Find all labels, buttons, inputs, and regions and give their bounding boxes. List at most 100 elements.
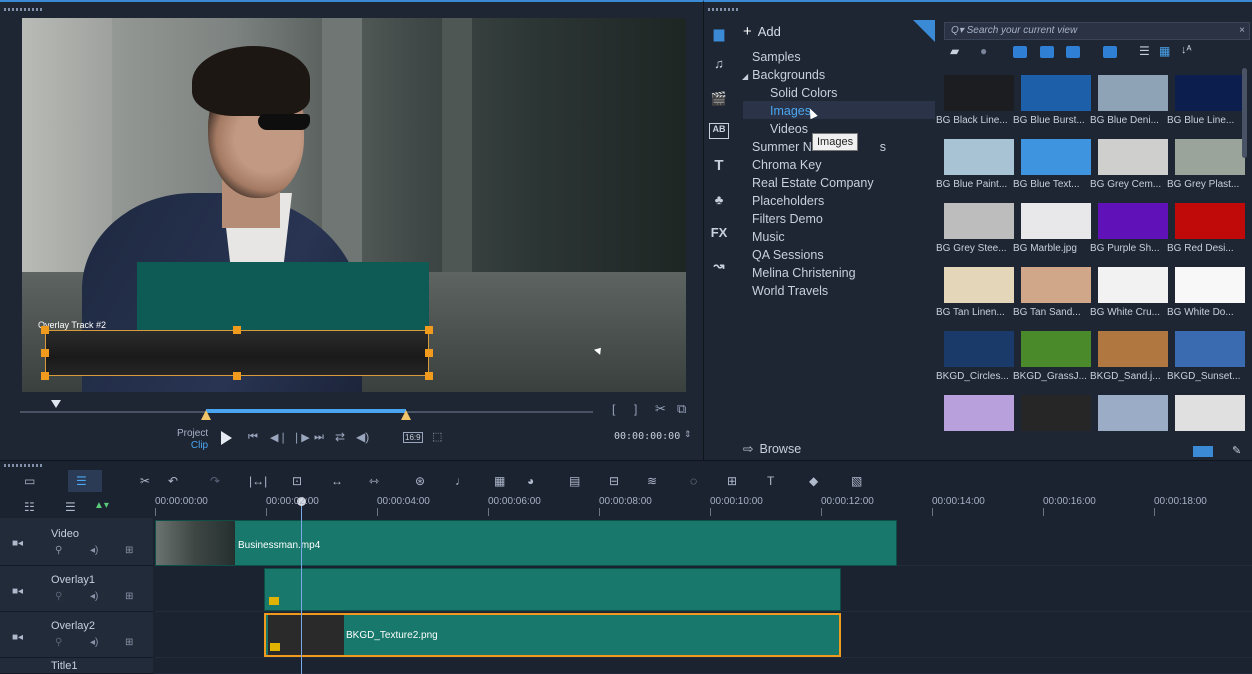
panel-grip[interactable]	[708, 8, 738, 11]
thumbnail-image[interactable]	[1098, 139, 1168, 175]
tree-item-solid-colors[interactable]: Solid Colors	[770, 84, 837, 102]
clip-mode-label[interactable]: Clip	[177, 440, 208, 452]
crop-icon[interactable]: ⬚	[432, 430, 442, 443]
redo-icon[interactable]: ↷	[210, 474, 220, 488]
timeline-view-icon[interactable]: ☰	[76, 474, 87, 488]
transition-icon[interactable]: AB	[709, 123, 729, 139]
thumbnail-image[interactable]	[1175, 75, 1245, 111]
overlay-track-1-preview[interactable]	[137, 262, 429, 332]
thumbnail-image[interactable]	[944, 267, 1014, 303]
grid-icon[interactable]: ⊞	[125, 591, 133, 602]
mask-icon[interactable]: ◌	[690, 474, 697, 488]
title-icon[interactable]: T	[709, 157, 729, 174]
tree-item-real-estate[interactable]: Real Estate Company	[752, 174, 874, 192]
split-screen-icon[interactable]: ⊟	[609, 474, 619, 488]
library-scrollbar[interactable]	[1242, 68, 1247, 158]
mute-icon[interactable]: ◂)	[90, 591, 98, 602]
expand-icon[interactable]: ◢	[742, 72, 748, 81]
mute-icon[interactable]: ◂)	[90, 545, 98, 556]
track-header-video[interactable]: ■◂ Video ⚲ ◂) ⊞	[0, 518, 153, 566]
thumbnail-view-icon[interactable]: ▦	[1159, 44, 1170, 58]
thumbnail-image[interactable]	[1175, 139, 1245, 175]
title1-track-lane[interactable]	[155, 658, 1252, 674]
media-icon[interactable]: ▆	[709, 26, 729, 42]
tree-item-videos[interactable]: Videos	[770, 120, 808, 138]
grid-icon[interactable]: ⊞	[125, 545, 133, 556]
filter-photo-button[interactable]	[1040, 46, 1054, 58]
play-icon[interactable]	[221, 431, 232, 445]
tree-item-backgrounds[interactable]: ◢ Backgrounds	[742, 66, 825, 84]
overlay2-clip[interactable]: BKGD_Texture2.png	[264, 613, 841, 657]
tree-item-world-travels[interactable]: World Travels	[752, 282, 828, 300]
mark-out-icon[interactable]: ]	[634, 402, 637, 416]
resize-handle[interactable]	[425, 326, 433, 334]
resize-handle[interactable]	[41, 326, 49, 334]
link-icon[interactable]: ⚲	[55, 591, 62, 602]
filter-video-button[interactable]	[1013, 46, 1027, 58]
chapter-icon[interactable]: ☰	[65, 500, 76, 514]
thumbnail-image[interactable]	[944, 395, 1014, 431]
tree-item-placeholders[interactable]: Placeholders	[752, 192, 824, 210]
subtitle-icon[interactable]: ▤	[569, 474, 580, 488]
thumbnail-image[interactable]	[1175, 267, 1245, 303]
link-icon[interactable]: ⚲	[55, 545, 62, 556]
thumbnail-image[interactable]	[944, 331, 1014, 367]
mute-icon[interactable]: ◂)	[90, 637, 98, 648]
tree-item-qa-sessions[interactable]: QA Sessions	[752, 246, 824, 264]
list-view-icon[interactable]: ☰	[1139, 44, 1150, 58]
import-folder-icon[interactable]: ▰	[950, 44, 959, 58]
tree-item-filters-demo[interactable]: Filters Demo	[752, 210, 823, 228]
project-mode-label[interactable]: Project	[177, 428, 208, 440]
highlight-icon[interactable]: ◆	[809, 474, 818, 488]
filter-fx-icon[interactable]: FX	[709, 225, 729, 241]
thumbnail-image[interactable]	[1021, 395, 1091, 431]
edit-icon[interactable]: ✎	[1232, 444, 1241, 457]
thumbnail-image[interactable]	[1175, 395, 1245, 431]
pan-zoom-icon[interactable]: ▧	[851, 474, 862, 488]
tree-item-chroma-key[interactable]: Chroma Key	[752, 156, 821, 174]
track-header-overlay1[interactable]: ■◂ Overlay1 ⚲ ◂) ⊞	[0, 566, 153, 612]
thumbnail-image[interactable]	[1021, 331, 1091, 367]
close-icon[interactable]: ×	[1239, 23, 1245, 39]
prev-frame-icon[interactable]: ◀❘	[270, 431, 288, 444]
add-folder-button[interactable]: + Add	[743, 23, 781, 40]
timecode-stepper-icon[interactable]: ⇕	[684, 429, 692, 440]
motion-icon[interactable]: ⊛	[415, 474, 425, 488]
trim-icon[interactable]: |↔|	[249, 474, 267, 488]
thumbnail-image[interactable]	[1021, 267, 1091, 303]
tree-item-melina-christening[interactable]: Melina Christening	[752, 264, 856, 282]
thumbnail-image[interactable]	[944, 75, 1014, 111]
tree-item-music[interactable]: Music	[752, 228, 785, 246]
color-icon[interactable]: ◕	[527, 474, 534, 488]
trim-range[interactable]	[206, 409, 406, 413]
fit-icon[interactable]: ⊡	[292, 474, 302, 488]
thumbnail-image[interactable]	[944, 203, 1014, 239]
browse-button[interactable]: ⇨ Browse	[743, 441, 801, 456]
thumbnail-image[interactable]	[1175, 331, 1245, 367]
snapshot-icon[interactable]: ⧉	[677, 401, 686, 417]
thumbnail-image[interactable]	[1098, 395, 1168, 431]
audio-mixer-icon[interactable]: ♩	[455, 474, 467, 488]
panel-grip[interactable]	[4, 8, 44, 11]
resize-handle[interactable]	[41, 372, 49, 380]
track-header-overlay2[interactable]: ■◂ Overlay2 ⚲ ◂) ⊞	[0, 612, 153, 658]
overlay1-clip[interactable]	[264, 568, 841, 611]
view-toggle-icon[interactable]	[1193, 446, 1213, 457]
path-icon[interactable]: ↝	[709, 258, 729, 274]
graphics-icon[interactable]: ♣	[709, 192, 729, 208]
resize-handle[interactable]	[425, 372, 433, 380]
tools-icon[interactable]: ✂	[140, 474, 150, 488]
resize-handle[interactable]	[425, 349, 433, 357]
skip-start-icon[interactable]: ⏮	[248, 431, 258, 444]
tree-item-images[interactable]: Images	[770, 102, 811, 120]
overlay-track-2-preview[interactable]	[45, 330, 429, 376]
next-frame-icon[interactable]: ❘▶	[292, 431, 310, 444]
slide-icon[interactable]: ⇿	[369, 474, 379, 488]
split-clip-icon[interactable]: ✂	[655, 401, 666, 417]
sort-icon[interactable]: ↓ᴬ	[1181, 44, 1191, 56]
record-icon[interactable]: ●	[980, 44, 987, 58]
resize-handle[interactable]	[233, 326, 241, 334]
repeat-icon[interactable]: ⇄	[335, 430, 345, 444]
thumbnail-image[interactable]	[1098, 203, 1168, 239]
playhead[interactable]	[301, 497, 302, 674]
